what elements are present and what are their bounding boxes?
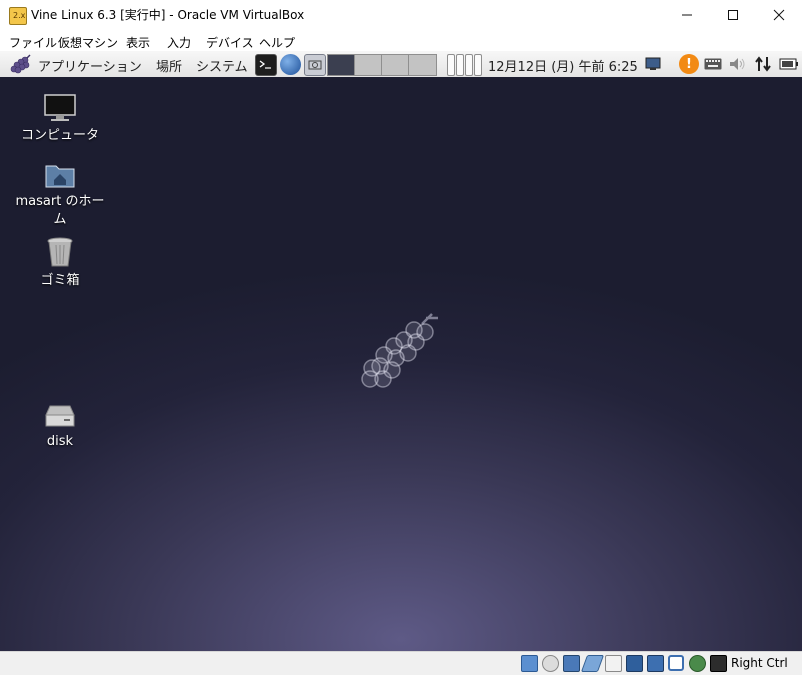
screenshot-icon[interactable] [304, 54, 326, 76]
mouse-integration-icon[interactable] [710, 655, 727, 672]
maximize-button[interactable] [710, 0, 756, 30]
computer-icon [44, 94, 76, 121]
close-button[interactable] [756, 0, 802, 30]
shared-folders-icon[interactable] [605, 655, 622, 672]
menu-devices[interactable]: デバイス [206, 34, 254, 51]
system-menu[interactable]: システム [196, 56, 248, 75]
workspace-3[interactable] [381, 54, 409, 76]
desktop-icon-label: disk [46, 434, 74, 449]
network-icon[interactable] [754, 55, 772, 73]
hard-disk-icon[interactable] [521, 655, 538, 672]
minimize-button[interactable] [664, 0, 710, 30]
network-status-icon[interactable] [647, 655, 664, 672]
menu-help[interactable]: ヘルプ [259, 34, 295, 51]
vine-grape-logo [361, 313, 438, 388]
desktop-icon-trash[interactable]: ゴミ箱 [12, 236, 108, 290]
desktop-icon-computer[interactable]: コンピュータ [12, 93, 108, 145]
menu-machine[interactable]: 仮想マシン [58, 34, 118, 51]
volume-icon[interactable] [729, 55, 747, 73]
keyboard-icon[interactable] [704, 55, 722, 73]
update-alert-icon[interactable]: ! [679, 54, 699, 74]
panel-clock[interactable]: 12月12日 (月) 午前 6:25 [488, 56, 638, 75]
desktop-icon-label: masart のホーム [15, 194, 105, 227]
virtualbox-vm-icon: 2.x [9, 7, 27, 25]
audio-icon[interactable] [563, 655, 580, 672]
vine-grape-icon[interactable] [8, 54, 32, 74]
menu-view[interactable]: 表示 [126, 34, 150, 51]
recording-icon[interactable] [668, 655, 684, 671]
desktop-icon-label: コンピュータ [20, 128, 99, 143]
menu-input[interactable]: 入力 [167, 34, 191, 51]
home-folder-icon [45, 165, 75, 188]
web-browser-icon[interactable] [280, 54, 301, 75]
maximize-icon [728, 10, 738, 20]
places-menu[interactable]: 場所 [156, 56, 182, 75]
cpu-icon[interactable] [689, 655, 706, 672]
close-icon [773, 9, 785, 21]
optical-drive-icon[interactable] [542, 655, 559, 672]
display-status-icon[interactable] [626, 655, 643, 672]
minimize-icon [682, 14, 692, 16]
trash-icon [47, 237, 73, 267]
host-key-label[interactable]: Right Ctrl [731, 656, 788, 670]
battery-icon[interactable] [778, 55, 800, 73]
window-title: Vine Linux 6.3 [実行中] - Oracle VM Virtual… [31, 8, 305, 22]
menu-file[interactable]: ファイル [9, 34, 57, 51]
workspace-2[interactable] [354, 54, 382, 76]
desktop-icon-label: ゴミ箱 [40, 273, 80, 288]
desktop-icon-home[interactable]: masart のホーム [12, 161, 108, 229]
disk-icon [45, 405, 75, 427]
window-list-slot[interactable] [474, 54, 482, 76]
window-list-slot[interactable] [465, 54, 473, 76]
display-icon[interactable] [644, 55, 662, 73]
terminal-icon[interactable] [255, 54, 277, 76]
desktop-icon-disk[interactable]: disk [12, 403, 108, 451]
workspace-1[interactable] [327, 54, 356, 76]
vm-icon-text: 2.x [13, 11, 26, 20]
window-list-slot[interactable] [456, 54, 464, 76]
workspace-4[interactable] [408, 54, 437, 76]
window-list-slot[interactable] [447, 54, 455, 76]
applications-menu[interactable]: アプリケーション [38, 56, 142, 75]
vbox-menubar [0, 31, 802, 51]
